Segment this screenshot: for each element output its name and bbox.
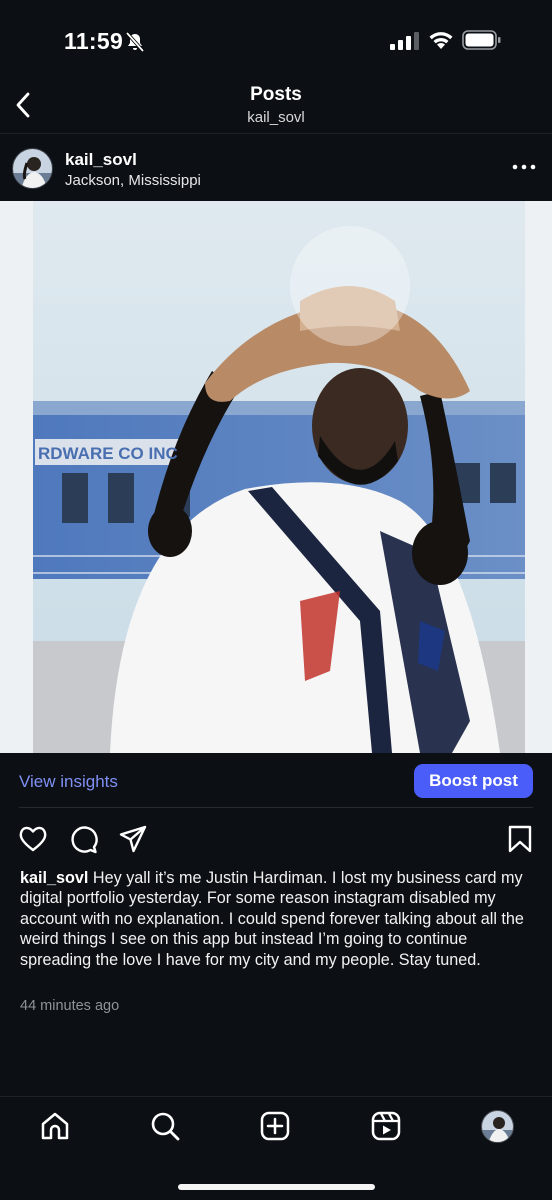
bookmark-icon[interactable] [505,824,535,854]
caption-username[interactable]: kail_sovl [20,869,88,887]
page-title: Posts [250,84,302,105]
view-insights-link[interactable]: View insights [19,772,118,792]
post-timestamp: 44 minutes ago [20,998,120,1014]
divider [19,807,533,808]
page-subtitle: kail_sovl [247,109,305,126]
battery-icon [462,30,501,50]
action-bar [0,820,552,860]
post-location[interactable]: Jackson, Mississippi [65,172,201,189]
post-caption: kail_sovl Hey yall it’s me Justin Hardim… [20,868,535,970]
reels-icon[interactable] [370,1110,402,1142]
home-indicator[interactable] [178,1184,375,1190]
status-bar: 11:59 [0,0,552,80]
comment-icon[interactable] [68,824,98,854]
post-header: kail_sovl Jackson, Mississippi [0,138,552,200]
profile-avatar[interactable] [481,1110,514,1143]
posts-header: Posts kail_sovl [0,80,552,134]
post-photo[interactable]: RDWARE CO INC [0,201,552,753]
create-icon[interactable] [259,1110,291,1142]
photo-sign-text: RDWARE CO INC [38,444,178,463]
insights-row: View insights Boost post [0,760,552,808]
post-username[interactable]: kail_sovl [65,150,137,170]
caption-text: Hey yall it’s me Justin Hardiman. I lost… [20,869,524,969]
status-time: 11:59 [64,28,124,54]
heart-icon[interactable] [18,824,48,854]
share-icon[interactable] [118,824,148,854]
signal-icon [390,32,419,50]
avatar[interactable] [12,148,53,189]
more-horizontal-icon[interactable] [512,162,536,172]
search-icon[interactable] [149,1110,181,1142]
home-icon[interactable] [39,1110,71,1142]
wifi-icon [429,32,453,49]
boost-post-button[interactable]: Boost post [414,764,533,798]
bell-muted-icon [125,31,145,53]
